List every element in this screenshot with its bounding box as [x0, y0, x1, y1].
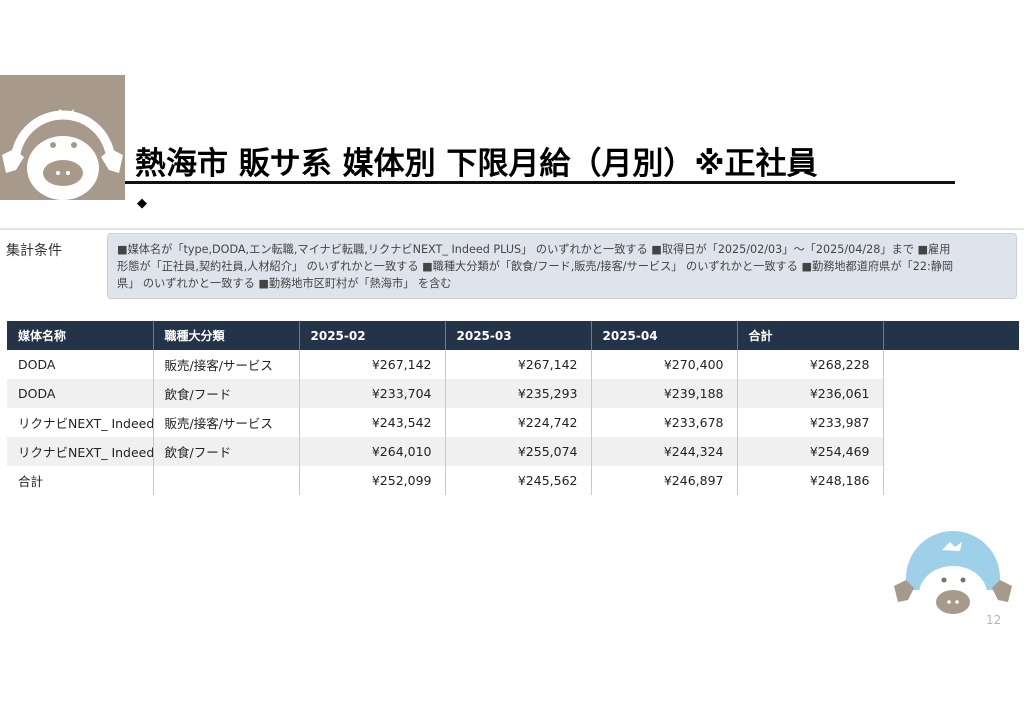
table-row: DODA 飲食/フード ¥233,704 ¥235,293 ¥239,188 ¥… — [7, 379, 1019, 408]
header-blank — [883, 321, 1019, 350]
cell-value: ¥255,074 — [445, 437, 592, 466]
cell-value: ¥267,142 — [299, 350, 446, 379]
table-row: リクナビNEXT_ Indeed 飲食/フード ¥264,010 ¥255,07… — [7, 437, 1019, 466]
cell-blank — [883, 408, 1019, 437]
cell-media: リクナビNEXT_ Indeed — [7, 437, 154, 466]
cell-total: ¥248,186 — [737, 466, 884, 495]
conditions-box: ■媒体名が「type,DODA,エン転職,マイナビ転職,リクナビNEXT_ In… — [107, 233, 1017, 299]
cell-value: ¥243,542 — [299, 408, 446, 437]
header-2025-02: 2025-02 — [299, 321, 446, 350]
cell-total-label: 合計 — [7, 466, 154, 495]
cell-total: ¥254,469 — [737, 437, 884, 466]
cell-blank — [883, 350, 1019, 379]
cell-category: 飲食/フード — [153, 379, 300, 408]
cell-value: ¥270,400 — [591, 350, 738, 379]
cell-value: ¥245,562 — [445, 466, 592, 495]
cell-value: ¥233,678 — [591, 408, 738, 437]
cell-blank — [883, 466, 1019, 495]
page-number: 12 — [986, 613, 1002, 627]
conditions-line-3: 県」 のいずれかと一致する ■勤務地市区町村が「熱海市」 を含む — [117, 277, 452, 290]
conditions-line-1: ■媒体名が「type,DODA,エン転職,マイナビ転職,リクナビNEXT_ In… — [117, 243, 951, 256]
cell-value: ¥264,010 — [299, 437, 446, 466]
header-total: 合計 — [737, 321, 884, 350]
cell-total: ¥268,228 — [737, 350, 884, 379]
table-header-row: 媒体名称 職種大分類 2025-02 2025-03 2025-04 合計 — [7, 321, 1019, 350]
cell-value: ¥246,897 — [591, 466, 738, 495]
cell-media: DODA — [7, 379, 154, 408]
platypus-mascot-logo-icon — [0, 75, 125, 200]
conditions-line-2: 形態が「正社員,契約社員,人材紹介」 のいずれかと一致する ■職種大分類が「飲食… — [117, 260, 954, 273]
cell-value: ¥224,742 — [445, 408, 592, 437]
header-job-category: 職種大分類 — [153, 321, 300, 350]
cell-value: ¥267,142 — [445, 350, 592, 379]
cell-category: 販売/接客/サービス — [153, 408, 300, 437]
cell-media: リクナビNEXT_ Indeed — [7, 408, 154, 437]
cell-category: 販売/接客/サービス — [153, 350, 300, 379]
cell-total: ¥236,061 — [737, 379, 884, 408]
cell-value: ¥235,293 — [445, 379, 592, 408]
cell-value: ¥239,188 — [591, 379, 738, 408]
salary-table: 媒体名称 職種大分類 2025-02 2025-03 2025-04 合計 DO… — [7, 321, 1019, 495]
title-underline — [125, 181, 955, 184]
table-row: DODA 販売/接客/サービス ¥267,142 ¥267,142 ¥270,4… — [7, 350, 1019, 379]
cell-blank — [883, 379, 1019, 408]
conditions-label: 集計条件 — [6, 243, 62, 259]
slide-title: 熱海市 販サ系 媒体別 下限月給（月別）※正社員 — [135, 146, 818, 182]
cell-media: DODA — [7, 350, 154, 379]
header-media-name: 媒体名称 — [7, 321, 154, 350]
platypus-mascot-small-icon — [892, 520, 1014, 622]
divider — [0, 228, 1024, 230]
cell-value: ¥233,704 — [299, 379, 446, 408]
cell-value: ¥252,099 — [299, 466, 446, 495]
bullet-marker: ◆ — [137, 196, 147, 211]
cell-total: ¥233,987 — [737, 408, 884, 437]
table-total-row: 合計 ¥252,099 ¥245,562 ¥246,897 ¥248,186 — [7, 466, 1019, 495]
header-2025-04: 2025-04 — [591, 321, 738, 350]
cell-category — [153, 466, 300, 495]
cell-blank — [883, 437, 1019, 466]
cell-category: 飲食/フード — [153, 437, 300, 466]
header-2025-03: 2025-03 — [445, 321, 592, 350]
cell-value: ¥244,324 — [591, 437, 738, 466]
table-row: リクナビNEXT_ Indeed 販売/接客/サービス ¥243,542 ¥22… — [7, 408, 1019, 437]
